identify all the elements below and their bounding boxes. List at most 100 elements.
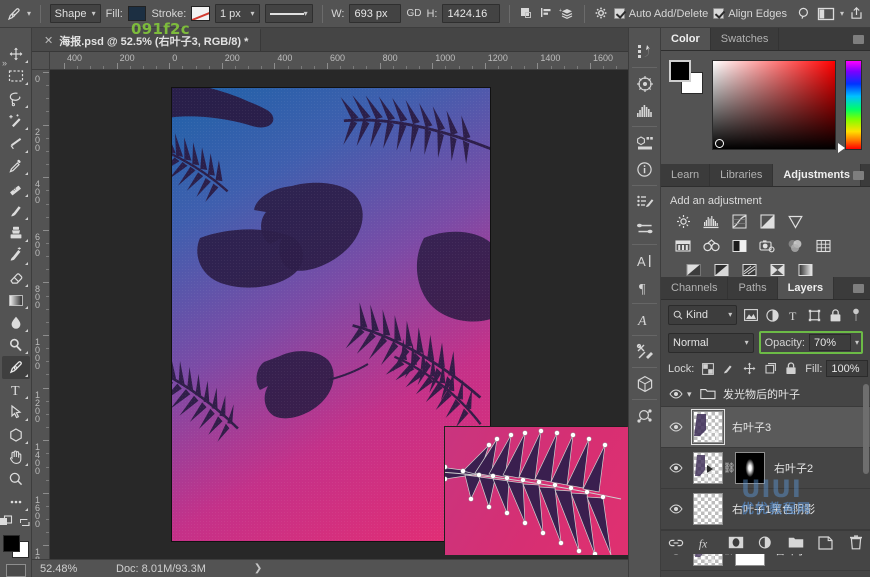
tool-preset-chevron-icon[interactable]: ▾ [27,10,31,18]
path-arrangement-icon[interactable]: + [559,4,575,24]
height-input[interactable]: 1424.16 [442,4,500,23]
foreground-color-chip[interactable] [669,60,691,82]
search-icon[interactable] [797,4,812,24]
horizontal-ruler[interactable]: 400200020040060080010001200140016001800 [50,52,628,70]
dodge-tool[interactable] [2,334,30,356]
edit-toolbar-button[interactable] [2,491,30,513]
exposure-icon[interactable] [757,213,777,230]
delete-layer-icon[interactable] [848,535,864,551]
link-mask-icon[interactable]: ⛓ [723,463,735,474]
glyphs-dock-icon[interactable]: A [632,306,658,333]
layer-row[interactable]: 右叶子1黑色阴影 [661,489,870,530]
quick-selection-tool[interactable] [2,110,30,132]
tab-channels[interactable]: Channels [661,277,728,299]
tools-preset-dock-icon[interactable] [632,70,658,97]
tab-adjustments[interactable]: Adjustments [773,164,861,186]
eyedropper-tool[interactable] [2,155,30,177]
artboard[interactable] [172,88,490,541]
measure-dock-icon[interactable] [632,402,658,429]
filter-kind-select[interactable]: Kind ▾ [668,305,737,325]
zoom-level[interactable]: 52.48% [32,563,94,575]
tab-libraries[interactable]: Libraries [710,164,773,186]
tab-color[interactable]: Color [661,28,711,50]
link-wh-icon[interactable]: GD [406,8,421,19]
stroke-color-swatch[interactable] [191,6,210,21]
clone-stamp-tool[interactable] [2,222,30,244]
quick-mask-icon[interactable] [6,564,26,577]
paragraph-dock-icon[interactable]: ¶ [632,274,658,301]
brushes-dock-icon[interactable] [632,215,658,242]
layer-style-fx-icon[interactable]: fx [698,535,714,551]
canvas-area[interactable] [50,70,628,559]
history-dock-icon[interactable] [632,38,658,65]
eye-icon[interactable] [665,389,687,399]
info-dock-icon[interactable] [632,156,658,183]
filter-type-icon[interactable]: T [786,307,800,323]
lock-artboard-nesting-icon[interactable] [764,362,777,376]
curves-icon[interactable] [729,213,749,230]
hue-slider[interactable] [845,60,862,150]
invert-icon[interactable] [683,261,703,278]
color-balance-icon[interactable] [701,237,721,254]
lock-transparent-pixels-icon[interactable] [702,362,714,376]
panel-menu-icon[interactable] [853,284,864,293]
filter-pixel-icon[interactable] [744,307,758,323]
marquee-tool[interactable] [2,65,30,87]
brightness-contrast-icon[interactable] [673,213,693,230]
eye-icon[interactable] [665,463,687,473]
chevron-down-icon[interactable]: ▾ [840,10,844,18]
move-tool[interactable] [2,43,30,65]
status-expand-icon[interactable]: ❯ [254,563,262,574]
3d-dock-icon[interactable] [632,370,658,397]
magnified-path-preview[interactable] [445,427,628,555]
layer-thumbnail[interactable] [693,452,723,484]
vertical-ruler[interactable]: 02004006008001000120014001600180020 [32,70,50,559]
fill-control[interactable]: Fill: 100% ▾ [805,360,870,377]
eye-icon[interactable] [665,422,687,432]
color-lookup-icon[interactable] [813,237,833,254]
gradient-map-icon[interactable] [795,261,815,278]
opacity-control[interactable]: Opacity: 70% ▾ [759,331,863,354]
path-alignment-icon[interactable] [539,4,554,24]
lock-image-pixels-icon[interactable] [722,362,735,376]
blur-tool[interactable] [2,311,30,333]
fill-input[interactable]: 100% [826,360,868,377]
lock-all-icon[interactable] [785,362,797,376]
filter-smart-object-icon[interactable] [828,307,842,323]
selective-color-icon[interactable] [767,261,787,278]
close-icon[interactable]: ✕ [44,34,53,47]
share-icon[interactable] [849,4,864,24]
fill-color-swatch[interactable] [128,6,147,21]
history-brush-tool[interactable] [2,244,30,266]
new-adjustment-layer-icon[interactable] [758,535,774,551]
posterize-icon[interactable] [711,261,731,278]
filter-toggle-icon[interactable] [849,307,863,323]
pen-tool[interactable] [2,356,30,378]
chevron-down-icon[interactable]: ▾ [687,389,700,400]
swap-colors-icon[interactable] [20,516,33,532]
new-group-icon[interactable] [788,535,804,551]
tab-layers[interactable]: Layers [778,277,834,299]
layer-row[interactable]: 右叶子3 [661,407,870,448]
layer-thumbnail[interactable] [693,493,723,525]
brush-settings-dock-icon[interactable] [632,188,658,215]
align-edges-checkbox[interactable]: Align Edges [713,8,787,20]
eraser-tool[interactable] [2,267,30,289]
layer-row[interactable]: ⛓ 右叶子2 [661,448,870,489]
black-white-icon[interactable] [729,237,749,254]
tab-paths[interactable]: Paths [728,277,777,299]
foreground-color-swatch[interactable] [3,535,20,552]
pen-tool-icon[interactable] [6,4,22,24]
filter-adjustment-icon[interactable] [765,307,779,323]
eye-icon[interactable] [665,504,687,514]
healing-brush-tool[interactable] [2,177,30,199]
tab-learn[interactable]: Learn [661,164,710,186]
foreground-background-colors[interactable] [3,535,29,558]
auto-add-delete-checkbox[interactable]: Auto Add/Delete [614,8,709,20]
screen-mode-icon[interactable] [0,515,13,532]
link-layers-icon[interactable] [668,535,684,551]
path-options-gear-icon[interactable] [594,4,609,24]
zoom-tool[interactable] [2,468,30,490]
photo-filter-icon[interactable] [757,237,777,254]
channel-mixer-icon[interactable] [785,237,805,254]
